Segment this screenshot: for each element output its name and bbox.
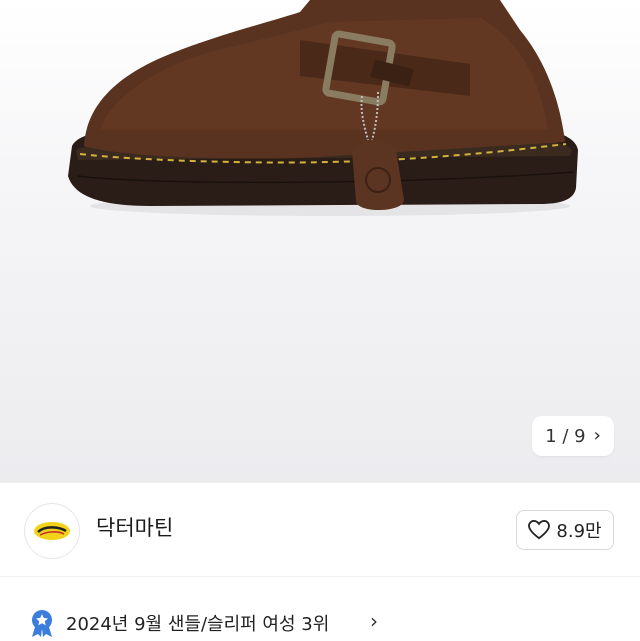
product-image-carousel[interactable]: 1 / 9 › — [0, 0, 640, 482]
brand-row: 닥터마틴 8.9만 — [0, 482, 640, 577]
image-pager-button[interactable]: 1 / 9 › — [532, 416, 614, 456]
star-medal-icon — [32, 610, 52, 637]
ranking-row[interactable]: 2024년 9월 샌들/슬리퍼 여성 3위 › — [0, 576, 640, 641]
product-image — [68, 0, 578, 216]
chevron-right-icon: › — [370, 609, 378, 633]
chevron-right-icon: › — [593, 425, 601, 446]
like-button[interactable]: 8.9만 — [516, 510, 614, 550]
brand-logo[interactable] — [24, 503, 80, 559]
pager-label: 1 / 9 — [545, 425, 586, 447]
dr-martens-logo-icon — [34, 522, 70, 540]
ranking-text: 2024년 9월 샌들/슬리퍼 여성 3위 — [66, 614, 330, 635]
heart-outline-icon — [528, 520, 551, 540]
brand-name[interactable]: 닥터마틴 — [96, 512, 173, 542]
like-count: 8.9만 — [556, 521, 602, 542]
